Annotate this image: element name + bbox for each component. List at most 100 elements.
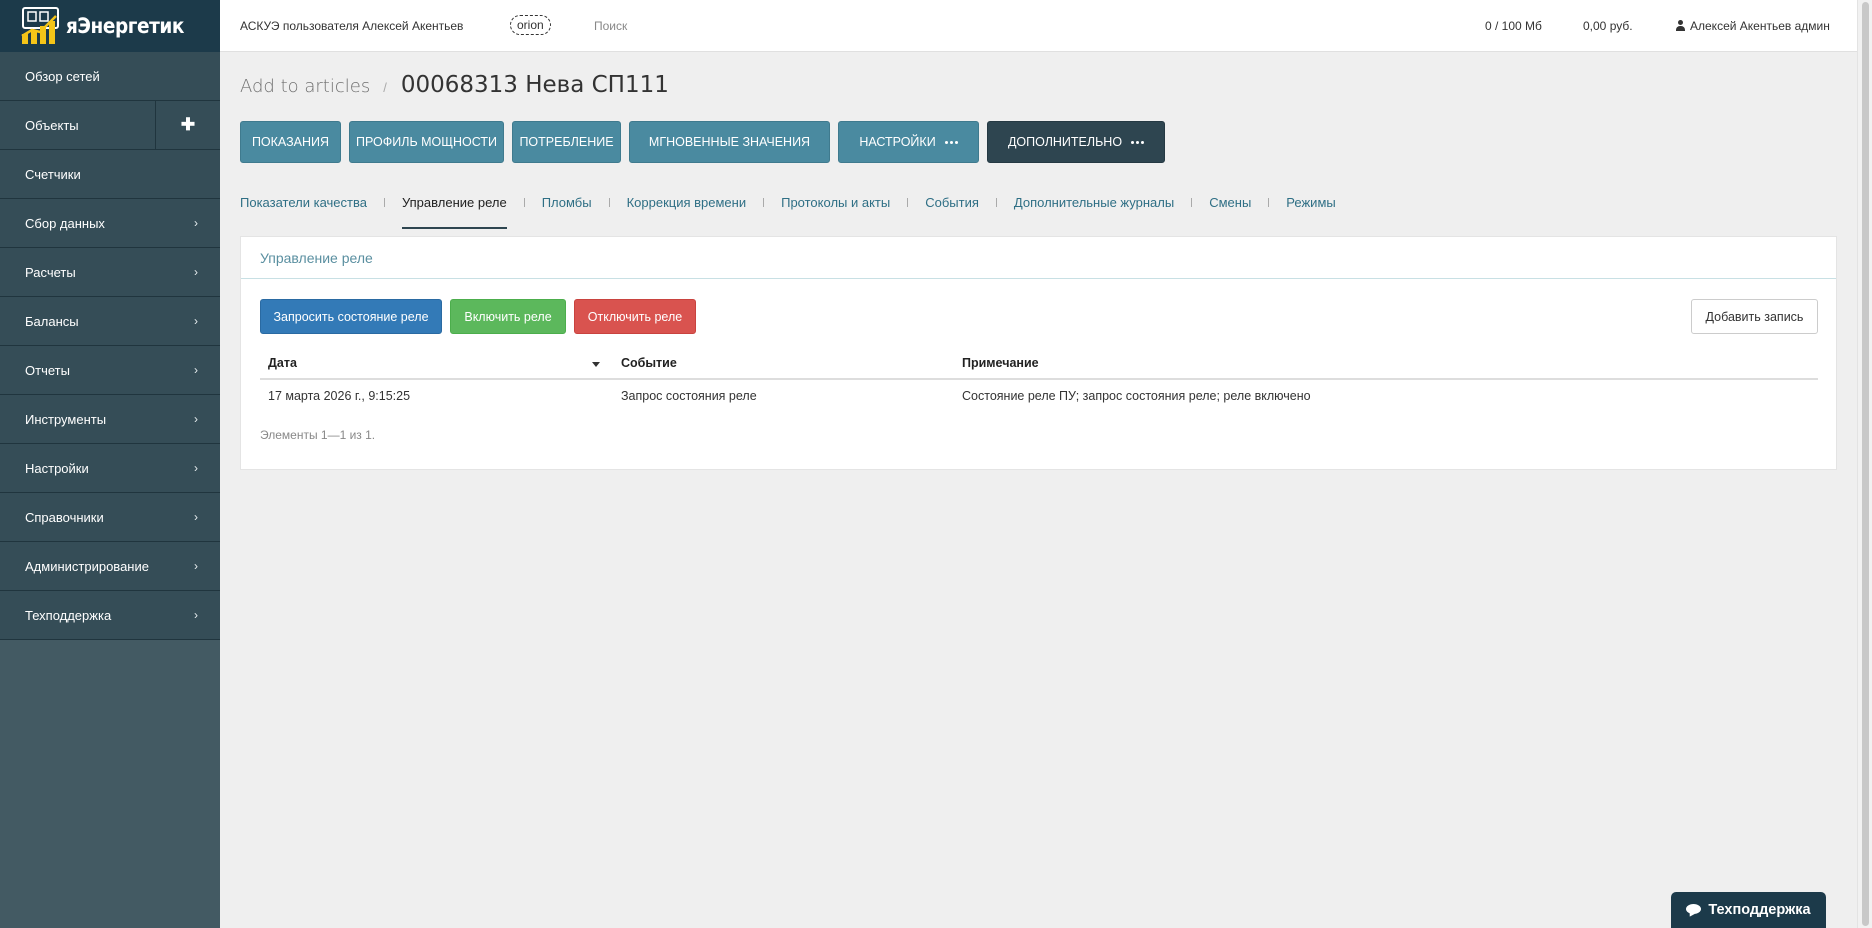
sidebar-item-label: Справочники: [25, 509, 104, 525]
subtab-divider: [763, 197, 765, 207]
sub-tabs: Показатели качества Управление реле Плом…: [240, 190, 1336, 229]
subtab-shifts[interactable]: Смены: [1209, 195, 1251, 210]
add-object-plus-icon[interactable]: ✚: [155, 101, 220, 149]
subtab-divider: [1191, 197, 1193, 207]
request-relay-state-button[interactable]: Запросить состояние реле: [260, 299, 442, 334]
user-icon: [1676, 20, 1685, 31]
subtab-divider: [608, 197, 610, 207]
sidebar-item-label: Инструменты: [25, 411, 107, 427]
tab-readings[interactable]: ПОКАЗАНИЯ: [240, 121, 341, 163]
sidebar-item-label: Техподдержка: [25, 607, 112, 623]
brand-logo[interactable]: яЭнергетик: [20, 6, 200, 46]
system-title: АСКУЭ пользователя Алексей Акентьев: [240, 18, 464, 33]
subtab-relay-control[interactable]: Управление реле: [401, 195, 507, 229]
chevron-right-icon: ›: [194, 412, 198, 426]
column-header-date[interactable]: Дата: [268, 348, 297, 378]
cell-note: Состояние реле ПУ; запрос состояния реле…: [962, 389, 1311, 403]
subtab-seals[interactable]: Пломбы: [542, 195, 592, 210]
relay-actions: Запросить состояние реле Включить реле О…: [260, 299, 696, 334]
page-title: 00068313 Нева СП111: [400, 72, 669, 98]
support-chat-button[interactable]: Техподдержка: [1671, 892, 1826, 928]
sidebar-item-settings[interactable]: Настройки ›: [0, 444, 220, 493]
chevron-right-icon: ›: [194, 608, 198, 622]
logo-chart-icon: [21, 7, 59, 44]
sidebar-item-label: Обзор сетей: [25, 68, 100, 84]
tab-label: ДОПОЛНИТЕЛЬНО: [1007, 135, 1123, 149]
chevron-right-icon: ›: [194, 265, 198, 279]
panel-title: Управление реле: [241, 237, 1836, 279]
table-header: Дата Событие Примечание: [260, 348, 1818, 380]
search-link[interactable]: Поиск: [594, 19, 627, 33]
chevron-right-icon: ›: [194, 314, 198, 328]
sidebar-item-administration[interactable]: Администрирование ›: [0, 542, 220, 591]
pager-info: Элементы 1—1 из 1.: [260, 428, 376, 442]
cell-date: 17 марта 2026 г., 9:15:25: [268, 389, 411, 403]
sidebar-item-label: Администрирование: [25, 558, 149, 574]
disable-relay-button[interactable]: Отключить реле: [574, 299, 696, 334]
sidebar-item-label: Настройки: [25, 460, 89, 476]
support-label: Техподдержка: [1708, 902, 1811, 918]
column-header-event[interactable]: Событие: [621, 348, 677, 378]
more-dots-icon: [944, 140, 958, 144]
chevron-right-icon: ›: [194, 461, 198, 475]
subtab-divider: [1268, 197, 1270, 207]
main-tabs: ПОКАЗАНИЯ ПРОФИЛЬ МОЩНОСТИ ПОТРЕБЛЕНИЕ М…: [240, 121, 1165, 163]
breadcrumb-link[interactable]: Add to articles: [240, 76, 370, 97]
tab-additional[interactable]: ДОПОЛНИТЕЛЬНО: [987, 121, 1165, 163]
sidebar-item-meters[interactable]: Счетчики: [0, 150, 220, 199]
chevron-right-icon: ›: [194, 216, 198, 230]
subtab-modes[interactable]: Режимы: [1286, 195, 1335, 210]
tab-label: МГНОВЕННЫЕ ЗНАЧЕНИЯ: [648, 135, 811, 149]
server-badge[interactable]: orion: [510, 15, 551, 35]
chevron-right-icon: ›: [194, 510, 198, 524]
tab-instant-values[interactable]: МГНОВЕННЫЕ ЗНАЧЕНИЯ: [629, 121, 830, 163]
subtab-protocols[interactable]: Протоколы и акты: [781, 195, 890, 210]
sidebar-item-balances[interactable]: Балансы ›: [0, 297, 220, 346]
add-record-button[interactable]: Добавить запись: [1691, 299, 1818, 334]
sidebar-item-support[interactable]: Техподдержка ›: [0, 591, 220, 640]
breadcrumb-separator: /: [383, 80, 387, 95]
tab-power-profile[interactable]: ПРОФИЛЬ МОЩНОСТИ: [349, 121, 504, 163]
subtab-quality[interactable]: Показатели качества: [240, 195, 367, 210]
sidebar-item-networks[interactable]: Обзор сетей: [0, 52, 220, 101]
sidebar-item-objects[interactable]: Объекты ✚: [0, 101, 220, 150]
sidebar-item-data-collection[interactable]: Сбор данных ›: [0, 199, 220, 248]
subtab-events[interactable]: События: [925, 195, 979, 210]
sidebar-item-calculations[interactable]: Расчеты ›: [0, 248, 220, 297]
chevron-right-icon: ›: [194, 363, 198, 377]
user-menu[interactable]: Алексей Акентьев админ: [1676, 19, 1830, 33]
sidebar-item-label: Расчеты: [25, 264, 76, 280]
cell-event: Запрос состояния реле: [621, 389, 757, 403]
topbar: АСКУЭ пользователя Алексей Акентьев orio…: [220, 0, 1857, 52]
column-header-note[interactable]: Примечание: [962, 348, 1039, 378]
logo-bar: яЭнергетик: [0, 0, 220, 52]
sidebar-item-tools[interactable]: Инструменты ›: [0, 395, 220, 444]
tab-label: ПОКАЗАНИЯ: [251, 135, 330, 149]
subtab-divider: [383, 197, 385, 207]
brand-name: яЭнергетик: [65, 14, 184, 38]
storage-usage: 0 / 100 Мб: [1485, 18, 1542, 33]
sort-desc-icon[interactable]: [592, 362, 600, 367]
sidebar-item-label: Балансы: [25, 313, 79, 329]
sidebar-item-label: Отчеты: [25, 362, 70, 378]
relay-control-panel: Управление реле Запросить состояние реле…: [240, 236, 1837, 470]
enable-relay-button[interactable]: Включить реле: [450, 299, 566, 334]
tab-consumption[interactable]: ПОТРЕБЛЕНИЕ: [512, 121, 621, 163]
tab-label: ПРОФИЛЬ МОЩНОСТИ: [356, 135, 497, 149]
tab-settings[interactable]: НАСТРОЙКИ: [838, 121, 979, 163]
sidebar-nav: Обзор сетей Объекты ✚ Счетчики Сбор данны…: [0, 52, 220, 640]
subtab-extra-journals[interactable]: Дополнительные журналы: [1014, 195, 1174, 210]
more-dots-icon: [1131, 140, 1145, 144]
account-balance: 0,00 руб.: [1583, 18, 1633, 33]
relay-events-table: Дата Событие Примечание 17 марта 2026 г.…: [260, 348, 1818, 412]
scrollbar-thumb[interactable]: [1862, 2, 1869, 926]
sidebar-item-label: Счетчики: [25, 166, 81, 182]
sidebar-item-label: Сбор данных: [25, 215, 105, 231]
page-scrollbar[interactable]: [1857, 0, 1872, 928]
subtab-time-correction[interactable]: Коррекция времени: [627, 195, 747, 210]
sidebar-item-reports[interactable]: Отчеты ›: [0, 346, 220, 395]
subtab-divider: [907, 197, 909, 207]
subtab-divider: [995, 197, 997, 207]
table-row[interactable]: 17 марта 2026 г., 9:15:25 Запрос состоян…: [260, 380, 1818, 412]
sidebar-item-directories[interactable]: Справочники ›: [0, 493, 220, 542]
